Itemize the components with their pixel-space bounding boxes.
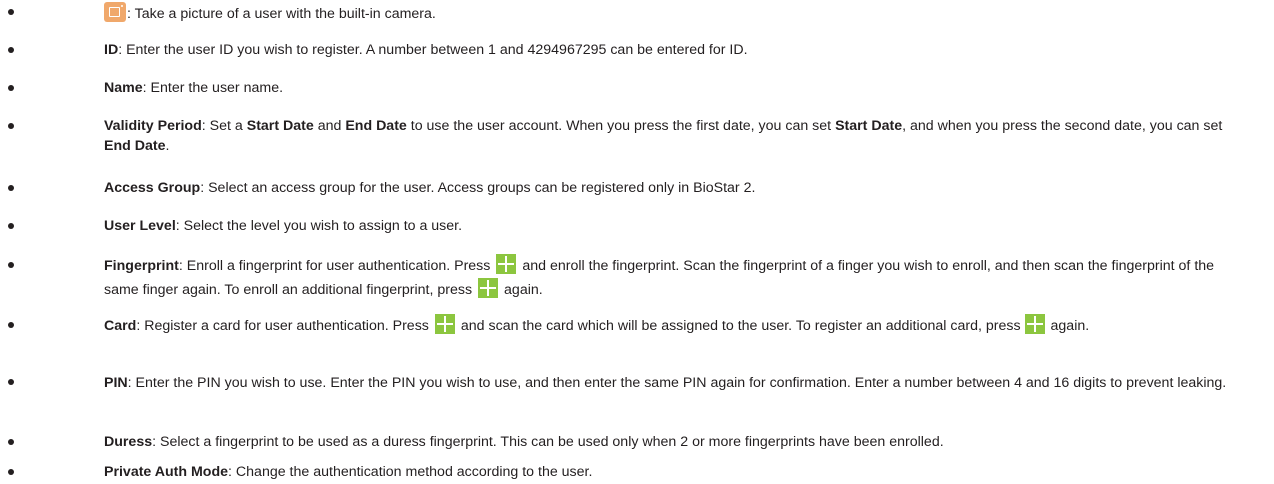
bullet <box>8 9 14 15</box>
validity-text-1: : Set a <box>201 118 247 134</box>
bullet <box>8 185 14 191</box>
list-item-duress: Duress: Select a fingerprint to be used … <box>8 432 1246 452</box>
bullet <box>8 123 14 129</box>
bullet <box>8 469 14 475</box>
plus-icon[interactable] <box>478 278 499 298</box>
bullet <box>8 262 14 268</box>
validity-end-date: End Date <box>345 118 407 134</box>
list-item-card: Card: Register a card for user authentic… <box>8 314 1246 338</box>
name-text: : Enter the user name. <box>142 80 284 96</box>
list-item-validity-period: Validity Period: Set a Start Date and En… <box>8 116 1246 156</box>
bullet <box>8 379 14 385</box>
fingerprint-text-3: again. <box>504 282 543 298</box>
card-text-1: : Register a card for user authenticatio… <box>136 318 429 334</box>
bullet <box>8 439 14 445</box>
term-id: ID <box>104 42 119 58</box>
term-validity-period: Validity Period <box>104 118 202 134</box>
list-item-private-auth-mode: Private Auth Mode: Change the authentica… <box>8 462 1246 482</box>
plus-icon[interactable] <box>1024 314 1045 334</box>
term-private-auth-mode: Private Auth Mode <box>104 464 229 480</box>
bullet <box>8 47 14 53</box>
camera-text: : Take a picture of a user with the buil… <box>127 6 436 22</box>
plus-icon[interactable] <box>434 314 455 334</box>
list-item-name: Name: Enter the user name. <box>8 78 1246 98</box>
list-item-access-group: Access Group: Select an access group for… <box>8 178 1246 198</box>
plus-icon[interactable] <box>496 254 517 274</box>
duress-text: : Select a fingerprint to be used as a d… <box>152 434 944 450</box>
term-name: Name <box>104 80 143 96</box>
camera-icon <box>104 2 126 22</box>
id-text: : Enter the user ID you wish to register… <box>118 42 748 58</box>
card-text-3: again. <box>1050 318 1090 334</box>
term-fingerprint: Fingerprint <box>104 258 179 274</box>
validity-start-date-2: Start Date <box>835 118 903 134</box>
fingerprint-text-1: : Enroll a fingerprint for user authenti… <box>178 258 491 274</box>
term-pin: PIN <box>104 375 128 391</box>
bullet <box>8 322 14 328</box>
validity-text-3: to use the user account. When you press … <box>406 118 836 134</box>
validity-start-date: Start Date <box>246 118 314 134</box>
list-item-camera: : Take a picture of a user with the buil… <box>8 2 1246 24</box>
bullet <box>8 85 14 91</box>
validity-text-2: and <box>313 118 346 134</box>
term-duress: Duress <box>104 434 153 450</box>
term-card: Card <box>104 318 137 334</box>
list-item-id: ID: Enter the user ID you wish to regist… <box>8 40 1246 60</box>
user-level-text: : Select the level you wish to assign to… <box>175 218 463 234</box>
validity-text-4: , and when you press the second date, yo… <box>902 118 1223 134</box>
list-item-pin: PIN: Enter the PIN you wish to use. Ente… <box>8 372 1246 394</box>
bullet <box>8 223 14 229</box>
list-item-user-level: User Level: Select the level you wish to… <box>8 216 1246 236</box>
private-auth-mode-text: : Change the authentication method accor… <box>228 464 593 480</box>
validity-end-date-2: End Date <box>104 138 166 154</box>
card-text-2: and scan the card which will be assigned… <box>460 318 1021 334</box>
pin-text: : Enter the PIN you wish to use. Enter t… <box>127 375 1227 391</box>
validity-text-5: . <box>165 138 170 154</box>
list-item-fingerprint: Fingerprint: Enroll a fingerprint for us… <box>8 254 1246 302</box>
access-group-text: : Select an access group for the user. A… <box>200 180 756 196</box>
term-user-level: User Level <box>104 218 176 234</box>
term-access-group: Access Group <box>104 180 201 196</box>
